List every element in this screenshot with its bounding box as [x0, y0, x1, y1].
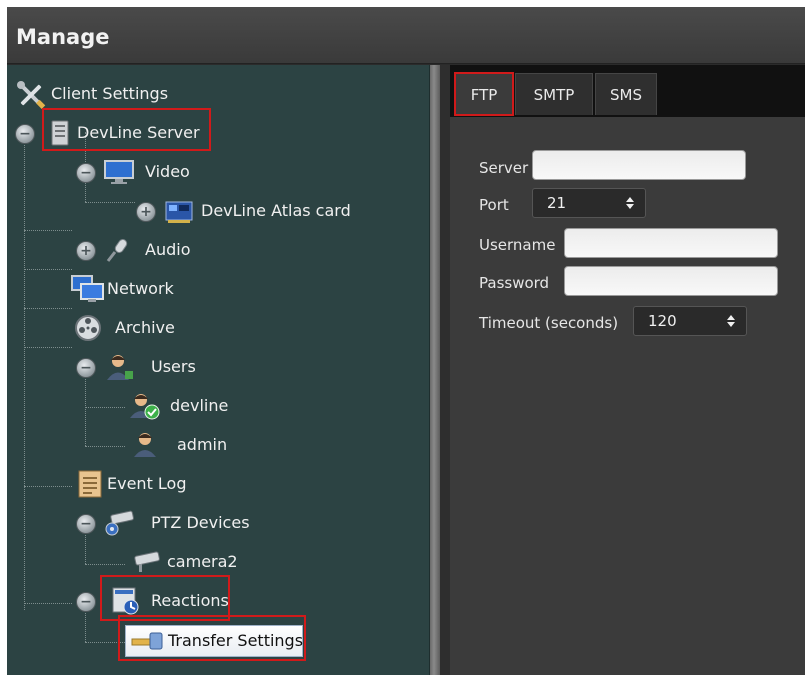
tree-item-ptz-devices[interactable]: − PTZ Devices — [71, 508, 271, 538]
collapse-toggle[interactable]: − — [15, 124, 35, 144]
tree-item-label: admin — [177, 435, 228, 454]
tree-item-video[interactable]: − Video — [71, 157, 231, 187]
tree-connector — [24, 347, 72, 348]
tree-connector — [24, 308, 72, 309]
tree-item-label: Video — [145, 162, 190, 181]
collapse-toggle[interactable]: − — [76, 592, 96, 612]
tree-item-label: Users — [151, 357, 196, 376]
tree-item-client-settings[interactable]: Client Settings — [11, 79, 231, 109]
spin-arrows-icon[interactable] — [726, 314, 736, 328]
window-title: Manage — [16, 25, 110, 49]
tab-ftp[interactable]: FTP — [454, 72, 514, 116]
tree-connector — [24, 230, 72, 231]
title-bar: Manage — [7, 7, 805, 64]
tree-item-label: Audio — [145, 240, 191, 259]
tab-smtp[interactable]: SMTP — [515, 73, 593, 115]
tree-item-user-admin[interactable]: admin — [127, 430, 287, 460]
tree-item-audio[interactable]: + Audio — [71, 235, 231, 265]
timeout-spinbox[interactable]: 120 — [633, 306, 747, 336]
tree-item-label: devline — [170, 396, 229, 415]
camera-icon — [134, 551, 160, 572]
tree-item-user-devline[interactable]: devline — [127, 391, 287, 421]
timeout-label: Timeout (seconds) — [479, 314, 619, 332]
tree-item-atlas-card[interactable]: + DevLine Atlas card — [131, 196, 371, 226]
tree-item-label: DevLine Atlas card — [201, 201, 351, 220]
highlight-box — [42, 108, 211, 151]
tree-connector — [85, 446, 125, 447]
port-label: Port — [479, 196, 509, 214]
tree-item-users[interactable]: − Users — [71, 352, 231, 382]
tree-connector — [85, 202, 135, 203]
tree-item-label: PTZ Devices — [151, 513, 250, 532]
tree-item-label: Archive — [115, 318, 175, 337]
tree-item-archive[interactable]: Archive — [71, 313, 231, 343]
film-reel-icon — [75, 315, 101, 341]
username-input[interactable] — [564, 228, 778, 258]
tree-connector — [24, 269, 72, 270]
timeout-value: 120 — [648, 312, 677, 330]
expand-toggle[interactable]: + — [136, 202, 156, 222]
settings-tree[interactable]: Client Settings − DevLine Server − Video — [7, 65, 430, 675]
tree-connector — [85, 564, 125, 565]
tree-item-label: Network — [107, 279, 174, 298]
capture-card-icon — [165, 201, 193, 223]
manage-window: Manage Client Settings − DevLine Server … — [7, 7, 805, 675]
tree-connector — [85, 407, 125, 408]
password-input[interactable] — [564, 266, 778, 296]
user-check-icon — [130, 394, 160, 420]
tree-item-label: Client Settings — [51, 84, 169, 103]
password-label: Password — [479, 274, 550, 292]
network-icon — [71, 275, 104, 302]
expand-toggle[interactable]: + — [76, 241, 96, 261]
server-label: Server — [479, 159, 529, 177]
collapse-toggle[interactable]: − — [76, 514, 96, 534]
tree-connector — [24, 603, 72, 604]
tab-sms[interactable]: SMS — [595, 73, 657, 115]
tree-connector — [24, 142, 25, 610]
collapse-toggle[interactable]: − — [76, 163, 96, 183]
tree-item-label: camera2 — [167, 552, 238, 571]
server-input[interactable] — [532, 150, 746, 180]
tree-item-label: Event Log — [107, 474, 187, 493]
tree-connector — [85, 376, 86, 446]
panel-splitter[interactable] — [430, 65, 440, 675]
tab-bar: FTP SMTP SMS — [450, 65, 805, 117]
tree-item-network[interactable]: Network — [71, 274, 231, 304]
tree-connector — [24, 486, 72, 487]
tools-icon — [17, 81, 46, 109]
tree-item-event-log[interactable]: Event Log — [71, 469, 231, 499]
settings-panel: FTP SMTP SMS Server Port 21 Username Pas… — [440, 65, 805, 675]
collapse-toggle[interactable]: − — [76, 358, 96, 378]
ptz-camera-icon — [105, 510, 134, 536]
monitor-icon — [104, 160, 134, 184]
users-icon — [107, 355, 133, 380]
microphone-icon — [106, 239, 128, 262]
user-icon — [134, 433, 156, 457]
log-document-icon — [78, 470, 102, 498]
highlight-box — [118, 615, 306, 661]
username-label: Username — [479, 236, 556, 254]
panel-edge — [440, 65, 450, 675]
port-spinbox[interactable]: 21 — [532, 188, 646, 218]
spin-arrows-icon[interactable] — [625, 196, 635, 210]
tree-item-camera2[interactable]: camera2 — [127, 547, 287, 577]
port-value: 21 — [547, 194, 567, 212]
